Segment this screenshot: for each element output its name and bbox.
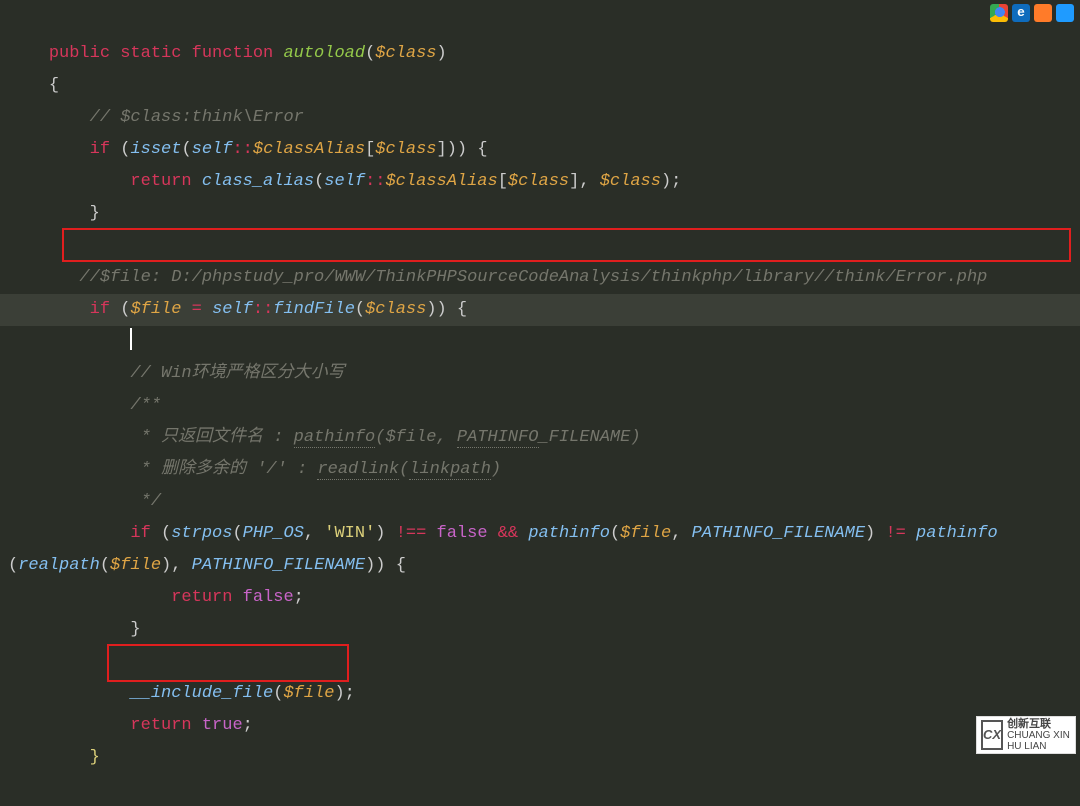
code-line: //$file: D:/phpstudy_pro/WWW/ThinkPHPSou… — [8, 268, 987, 287]
text-caret — [130, 328, 132, 350]
code-line: if (strpos(PHP_OS, 'WIN') !== false && p… — [8, 524, 998, 543]
code-line: */ — [8, 492, 161, 511]
browser-icon-bar: e — [990, 4, 1074, 22]
watermark-logo: CX — [981, 720, 1003, 750]
code-line: } — [8, 204, 100, 223]
code-editor[interactable]: e public static function autoload($class… — [0, 0, 1080, 758]
code-line: * 删除多余的 '/' : readlink(linkpath) — [8, 460, 501, 480]
code-line: // Win环境严格区分大小写 — [8, 364, 345, 383]
firefox-icon[interactable] — [1034, 4, 1052, 22]
code-line: /** — [8, 396, 161, 415]
code-line: } — [8, 620, 141, 639]
code-line: // $class:think\Error — [8, 108, 304, 127]
code-line: (realpath($file), PATHINFO_FILENAME)) { — [8, 556, 406, 575]
code-line — [8, 332, 132, 351]
code-line: if (isset(self::$classAlias[$class])) { — [8, 140, 488, 159]
code-block: public static function autoload($class) … — [8, 6, 998, 806]
code-line: return class_alias(self::$classAlias[$cl… — [8, 172, 681, 191]
code-line: { — [8, 76, 59, 95]
code-line: public static function autoload($class) — [8, 44, 447, 63]
code-line — [8, 236, 18, 255]
code-line: if ($file = self::findFile($class)) { — [8, 300, 467, 319]
code-line: return true; — [8, 716, 253, 735]
code-line — [8, 652, 18, 671]
code-line: * 只返回文件名 : pathinfo($file, PATHINFO_FILE… — [8, 428, 641, 448]
edge-icon[interactable]: e — [1012, 4, 1030, 22]
safari-icon[interactable] — [1056, 4, 1074, 22]
code-line: __include_file($file); — [8, 684, 355, 703]
watermark-text: 创新互联CHUANG XIN HU LIAN — [1007, 719, 1071, 752]
watermark: CX 创新互联CHUANG XIN HU LIAN — [976, 716, 1076, 754]
code-line: return false; — [8, 588, 304, 607]
